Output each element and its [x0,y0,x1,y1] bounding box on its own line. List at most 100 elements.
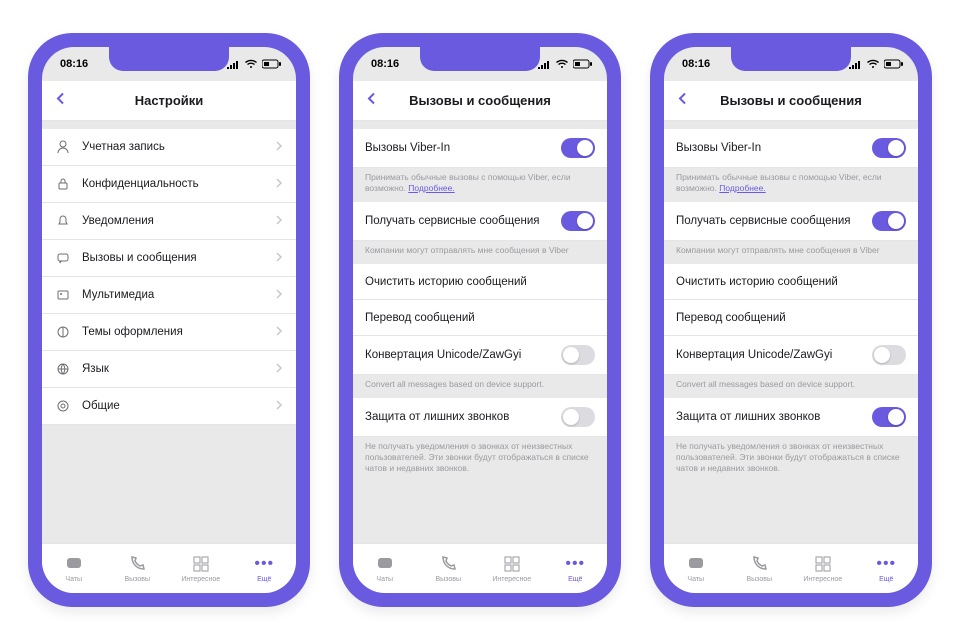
tab-label: Ещё [257,576,271,583]
setting-row[interactable]: Перевод сообщений [664,300,918,336]
globe-icon [54,362,72,376]
settings-item-label: Учетная запись [82,141,274,153]
gear-icon [54,399,72,413]
media-icon [54,288,72,302]
tab-explore[interactable]: Интересное [480,544,544,593]
tab-label: Интересное [803,576,842,583]
tab-chats[interactable]: Чаты [664,544,728,593]
learn-more-link[interactable]: Подробнее. [408,183,454,193]
setting-label: Защита от лишних звонков [676,411,872,423]
phone-mockup-2: 08:16 Вызовы и сообщения Вызовы Viber-In… [339,33,621,607]
settings-item-general[interactable]: Общие [42,388,296,425]
phone-mockup-1: 08:16 Настройки Учетная запись К [28,33,310,607]
setting-row: Конвертация Unicode/ZawGyi [353,336,607,375]
toggle-switch[interactable] [561,345,595,365]
status-time: 08:16 [60,58,88,70]
tab-label: Вызовы [125,576,150,583]
page-header: Настройки [42,81,296,121]
more-icon: ••• [565,554,585,574]
back-button[interactable] [50,87,72,114]
setting-row: Защита от лишних звонков [353,398,607,437]
back-button[interactable] [361,87,383,114]
chevron-left-icon [54,91,68,105]
settings-item-language[interactable]: Язык [42,351,296,388]
toggle-switch[interactable] [561,407,595,427]
setting-row[interactable]: Очистить историю сообщений [353,264,607,300]
tab-calls[interactable]: Вызовы [417,544,481,593]
learn-more-link[interactable]: Подробнее. [719,183,765,193]
setting-label: Вызовы Viber-In [676,142,872,154]
chevron-right-icon [274,212,284,230]
calls-messages-list: Вызовы Viber-In Принимать обычные вызовы … [664,121,918,543]
tab-calls[interactable]: Вызовы [728,544,792,593]
setting-row: Получать сервисные сообщения [353,202,607,241]
tab-chats[interactable]: Чаты [353,544,417,593]
status-icons [537,59,593,69]
chevron-right-icon [274,323,284,341]
tab-label: Вызовы [436,576,461,583]
settings-item-label: Уведомления [82,215,274,227]
theme-icon [54,325,72,339]
toggle-switch[interactable] [872,138,906,158]
page-header: Вызовы и сообщения [664,81,918,121]
chevron-left-icon [676,91,690,105]
tab-label: Интересное [181,576,220,583]
toggle-switch[interactable] [872,211,906,231]
settings-item-label: Вызовы и сообщения [82,252,274,264]
settings-item-themes[interactable]: Темы оформления [42,314,296,351]
tab-bar: Чаты Вызовы Интересное •••Ещё [664,543,918,593]
notch [109,47,229,71]
setting-label: Перевод сообщений [365,312,595,324]
setting-description: Принимать обычные вызовы с помощью Viber… [664,168,918,202]
chevron-right-icon [274,175,284,193]
tab-chats[interactable]: Чаты [42,544,106,593]
settings-item-calls-messages[interactable]: Вызовы и сообщения [42,240,296,277]
page-header: Вызовы и сообщения [353,81,607,121]
settings-item-privacy[interactable]: Конфиденциальность [42,166,296,203]
chat-icon [54,251,72,265]
setting-description: Не получать уведомления о звонках от неи… [353,437,607,482]
page-title: Вызовы и сообщения [664,93,918,108]
tab-label: Чаты [687,576,704,583]
chevron-right-icon [274,249,284,267]
settings-item-account[interactable]: Учетная запись [42,129,296,166]
toggle-switch[interactable] [561,138,595,158]
setting-description: Convert all messages based on device sup… [353,375,607,398]
wifi-icon [866,59,880,69]
tab-explore[interactable]: Интересное [791,544,855,593]
setting-row[interactable]: Очистить историю сообщений [664,264,918,300]
settings-item-label: Конфиденциальность [82,178,274,190]
toggle-switch[interactable] [561,211,595,231]
notch [420,47,540,71]
tab-label: Ещё [879,576,893,583]
tab-more[interactable]: •••Ещё [544,544,608,593]
setting-label: Получать сервисные сообщения [676,215,872,227]
tab-more[interactable]: •••Ещё [233,544,297,593]
screen: 08:16 Настройки Учетная запись К [42,47,296,593]
wifi-icon [555,59,569,69]
calls-messages-list: Вызовы Viber-InПринимать обычные вызовы … [353,121,607,543]
status-time: 08:16 [371,58,399,70]
back-button[interactable] [672,87,694,114]
tab-label: Чаты [376,576,393,583]
tab-more[interactable]: •••Ещё [855,544,919,593]
setting-label: Получать сервисные сообщения [365,215,561,227]
screen: 08:16 Вызовы и сообщения Вызовы Viber-In… [353,47,607,593]
tab-explore[interactable]: Интересное [169,544,233,593]
chevron-right-icon [274,138,284,156]
wifi-icon [244,59,258,69]
settings-list: Учетная запись Конфиденциальность Уведом… [42,121,296,543]
toggle-switch[interactable] [872,345,906,365]
page-title: Настройки [42,93,296,108]
setting-row: Конвертация Unicode/ZawGyi [664,336,918,375]
setting-row: Защита от лишних звонков [664,398,918,437]
toggle-switch[interactable] [872,407,906,427]
setting-row: Вызовы Viber-In [353,129,607,168]
lock-icon [54,177,72,191]
settings-item-media[interactable]: Мультимедиа [42,277,296,314]
setting-row[interactable]: Перевод сообщений [353,300,607,336]
tab-calls[interactable]: Вызовы [106,544,170,593]
setting-label: Очистить историю сообщений [676,276,906,288]
settings-item-notifications[interactable]: Уведомления [42,203,296,240]
tab-label: Интересное [492,576,531,583]
